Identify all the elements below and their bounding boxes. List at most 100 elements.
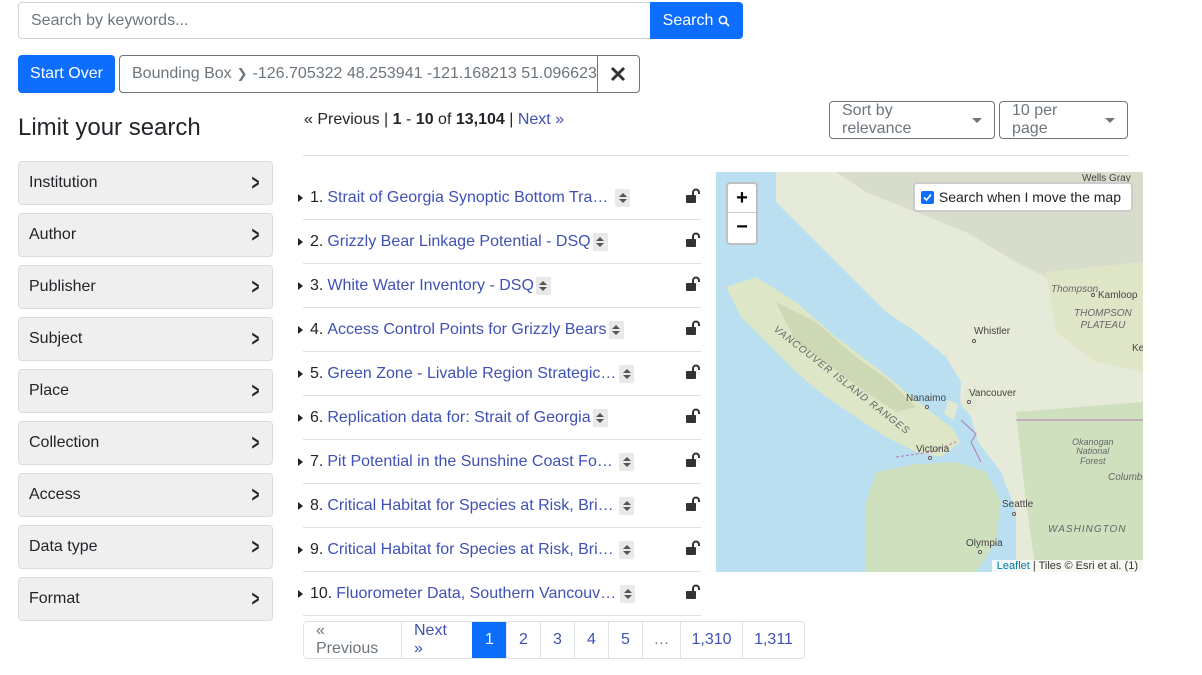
sort-arrows-icon[interactable]: [615, 188, 631, 207]
zoom-out-button[interactable]: −: [728, 213, 756, 242]
per-page-dropdown[interactable]: 10 per page: [999, 101, 1128, 139]
facet-subject[interactable]: Subject >: [18, 317, 273, 361]
chevron-right-icon: >: [251, 586, 260, 611]
pagination-page-1[interactable]: 1: [472, 622, 506, 658]
pagination-next[interactable]: Next »: [401, 622, 472, 658]
city-dot: [967, 400, 971, 404]
page-entries-info: « Previous | 1 - 10 of 13,104 | Next »: [304, 111, 564, 129]
result-number: 3.: [310, 276, 324, 294]
constraint-field: Bounding Box: [132, 65, 232, 82]
result-title-link[interactable]: Green Zone - Livable Region Strategic Pl…: [327, 365, 617, 383]
city-dot: [928, 456, 932, 460]
search-input[interactable]: [18, 2, 651, 39]
constraint-value: -126.705322 48.253941 -121.168213 51.096…: [252, 65, 597, 82]
pagination-page-3[interactable]: 3: [540, 622, 574, 658]
facet-author[interactable]: Author >: [18, 213, 273, 257]
per-page-label: 10 per page: [1012, 102, 1058, 137]
expand-triangle-icon[interactable]: [298, 281, 303, 290]
sort-arrows-icon[interactable]: [620, 584, 636, 603]
result-title-link[interactable]: Replication data for: Strait of Georgia: [327, 409, 590, 427]
result-item: 7. Pit Potential in the Sunshine Coast F…: [298, 440, 701, 484]
expand-triangle-icon[interactable]: [298, 325, 303, 334]
expand-triangle-icon[interactable]: [298, 457, 303, 466]
sort-arrows-icon[interactable]: [608, 320, 624, 339]
facet-format[interactable]: Format >: [18, 577, 273, 621]
facet-label: Data type: [29, 538, 98, 555]
result-title-link[interactable]: Pit Potential in the Sunshine Coast Fore…: [327, 453, 617, 471]
total-count: 13,104: [455, 111, 505, 128]
pagination-page-2[interactable]: 2: [506, 622, 540, 658]
expand-triangle-icon[interactable]: [298, 501, 303, 510]
previous-link-disabled: « Previous: [304, 111, 380, 128]
sort-label: Sort by relevance: [842, 102, 912, 137]
expand-triangle-icon[interactable]: [298, 589, 303, 598]
city-dot: [1012, 512, 1016, 516]
facet-data-type[interactable]: Data type >: [18, 525, 273, 569]
result-title-link[interactable]: Critical Habitat for Species at Risk, Br…: [327, 497, 617, 515]
sort-arrows-icon[interactable]: [592, 232, 608, 251]
expand-triangle-icon[interactable]: [298, 237, 303, 246]
separator: |: [384, 111, 389, 128]
start-over-button[interactable]: Start Over: [18, 55, 115, 93]
map-attribution: Leaflet | Tiles © Esri et al. (1): [991, 560, 1143, 572]
result-title-link[interactable]: Grizzly Bear Linkage Potential - DSQ: [327, 233, 590, 251]
facet-place[interactable]: Place >: [18, 369, 273, 413]
sort-dropdown[interactable]: Sort by relevance: [829, 101, 995, 139]
caret-down-icon: [972, 117, 982, 123]
facet-label: Access: [29, 486, 81, 503]
result-number: 10.: [310, 584, 333, 602]
sort-arrows-icon[interactable]: [619, 540, 635, 559]
map-label: Victoria: [916, 444, 950, 455]
expand-triangle-icon[interactable]: [298, 193, 303, 202]
result-title-link[interactable]: White Water Inventory - DSQ: [327, 277, 534, 295]
result-title-link[interactable]: Critical Habitat for Species at Risk, Br…: [327, 541, 617, 559]
city-dot: [978, 550, 982, 554]
result-title-link[interactable]: Access Control Points for Grizzly Bears: [327, 321, 606, 339]
chevron-right-icon: ❯: [236, 66, 248, 81]
leaflet-link[interactable]: Leaflet: [997, 560, 1030, 572]
chevron-right-icon: >: [251, 222, 260, 247]
map-label: WASHINGTON: [1048, 524, 1127, 535]
sort-arrows-icon[interactable]: [619, 496, 635, 515]
result-title-link[interactable]: Strait of Georgia Synoptic Bottom Trawl …: [327, 189, 613, 207]
expand-triangle-icon[interactable]: [298, 413, 303, 422]
facet-institution[interactable]: Institution >: [18, 161, 273, 205]
chevron-right-icon: >: [251, 534, 260, 559]
facet-access[interactable]: Access >: [18, 473, 273, 517]
result-number: 8.: [310, 496, 324, 514]
chevron-right-icon: >: [251, 326, 260, 351]
sort-arrows-icon[interactable]: [619, 452, 635, 471]
map-label: Vancouver: [969, 388, 1017, 399]
pagination: « Previous Next » 1 2 3 4 5 … 1,310 1,31…: [303, 621, 805, 659]
map[interactable]: Wells Gray Thompson Kamloop THOMPSON PLA…: [716, 172, 1143, 572]
sort-arrows-icon[interactable]: [535, 276, 551, 295]
facet-publisher[interactable]: Publisher >: [18, 265, 273, 309]
chevron-right-icon: >: [251, 482, 260, 507]
search-on-move-toggle[interactable]: Search when I move the map: [912, 182, 1133, 212]
search-on-move-label: Search when I move the map: [938, 189, 1121, 205]
pagination-page-1310[interactable]: 1,310: [680, 622, 742, 658]
expand-triangle-icon[interactable]: [298, 545, 303, 554]
zoom-in-button[interactable]: +: [728, 184, 756, 213]
pagination-previous: « Previous: [316, 622, 379, 657]
result-item: 3. White Water Inventory - DSQ: [298, 264, 701, 308]
pagination-page-1311[interactable]: 1,311: [742, 622, 804, 658]
result-number: 1.: [310, 188, 324, 206]
remove-constraint-button[interactable]: [596, 56, 639, 92]
pagination-page-5[interactable]: 5: [608, 622, 642, 658]
result-title-link[interactable]: Fluorometer Data, Southern Vancouver Isl…: [336, 585, 618, 603]
sort-arrows-icon[interactable]: [619, 364, 635, 383]
result-number: 7.: [310, 452, 324, 470]
facet-collection[interactable]: Collection >: [18, 421, 273, 465]
next-link[interactable]: Next »: [518, 111, 564, 128]
sort-arrows-icon[interactable]: [592, 408, 608, 427]
chevron-right-icon: >: [251, 274, 260, 299]
constraint-label[interactable]: Bounding Box ❯ -126.705322 48.253941 -12…: [120, 56, 597, 92]
search-button[interactable]: Search: [650, 2, 743, 39]
search-icon: [718, 15, 730, 27]
result-number: 2.: [310, 232, 324, 250]
unlock-icon: [686, 276, 700, 291]
checkbox-checked-icon[interactable]: [920, 190, 934, 204]
pagination-page-4[interactable]: 4: [574, 622, 608, 658]
expand-triangle-icon[interactable]: [298, 369, 303, 378]
